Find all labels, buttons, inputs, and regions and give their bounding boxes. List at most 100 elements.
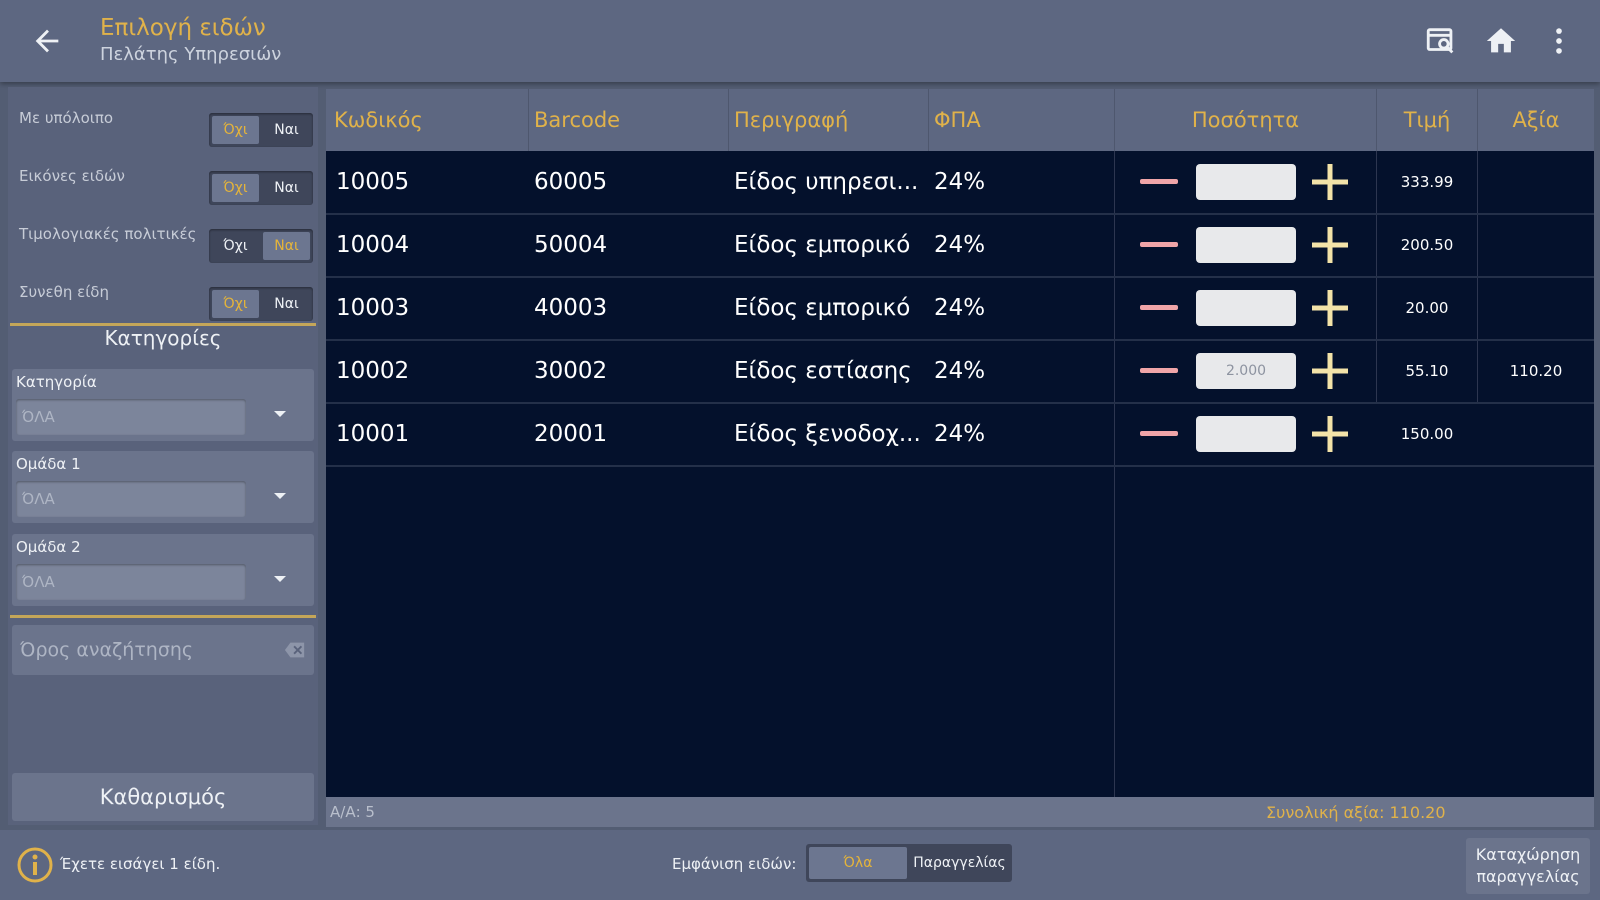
increase-quantity-button[interactable] xyxy=(1310,162,1350,202)
toggle-row-frequent: Συνεθη είδη Όχι Ναι xyxy=(8,269,318,321)
show-order-option[interactable]: Παραγγελίας xyxy=(910,847,1009,879)
quantity-input[interactable] xyxy=(1196,290,1296,326)
toggle-yes-option[interactable]: Ναι xyxy=(263,232,310,260)
group1-filter: Ομάδα 1 ΌΛΑ xyxy=(12,451,314,523)
row-count: Α/Α: 5 xyxy=(330,803,375,821)
app-bar: Επιλογή ειδών Πελάτης Υπηρεσιών xyxy=(0,0,1600,82)
category-select[interactable]: ΌΛΑ xyxy=(16,399,246,435)
decrease-quantity-button[interactable] xyxy=(1140,431,1178,436)
cell-price: 55.10 xyxy=(1405,362,1449,380)
chevron-down-icon[interactable] xyxy=(274,411,286,417)
cell-code: 10002 xyxy=(336,358,410,384)
toggle-yes-option[interactable]: Ναι xyxy=(263,290,310,318)
page-title: Επιλογή ειδών xyxy=(100,15,266,41)
cell-code: 10004 xyxy=(336,232,410,258)
cell-vat: 24% xyxy=(934,295,986,321)
cell-barcode: 20001 xyxy=(534,421,608,447)
select-value: ΌΛΑ xyxy=(22,573,55,591)
select-value: ΌΛΑ xyxy=(22,490,55,508)
back-arrow-icon[interactable] xyxy=(30,24,64,58)
cell-description: Είδος εμπορικό xyxy=(734,232,911,258)
column-header-vat[interactable]: ΦΠΑ xyxy=(934,89,981,151)
cell-vat: 24% xyxy=(934,358,986,384)
cell-description: Είδος υπηρεσι... xyxy=(734,169,919,195)
cell-vat: 24% xyxy=(934,421,986,447)
decrease-quantity-button[interactable] xyxy=(1140,242,1178,247)
column-header-barcode[interactable]: Barcode xyxy=(534,89,620,151)
group2-select[interactable]: ΌΛΑ xyxy=(16,564,246,600)
increase-quantity-button[interactable] xyxy=(1310,225,1350,265)
increase-quantity-button[interactable] xyxy=(1310,351,1350,391)
cell-price: 20.00 xyxy=(1405,299,1449,317)
increase-quantity-button[interactable] xyxy=(1310,288,1350,328)
toggle-row-images: Εικόνες ειδών Όχι Ναι xyxy=(8,153,318,205)
search-input[interactable]: Όρος αναζήτησης xyxy=(12,625,314,675)
submit-order-button[interactable]: Καταχώρηση παραγγελίας xyxy=(1466,838,1590,894)
cell-barcode: 60005 xyxy=(534,169,608,195)
pricing-toggle[interactable]: Όχι Ναι xyxy=(209,229,313,263)
search-placeholder: Όρος αναζήτησης xyxy=(20,639,194,661)
toggle-no-option[interactable]: Όχι xyxy=(212,174,259,202)
bottom-bar: Έχετε εισάγει 1 είδη. Εμφάνιση ειδών: Όλ… xyxy=(0,830,1600,900)
table-row[interactable]: 10005 60005 Είδος υπηρεσι... 24% 333.99 xyxy=(326,151,1594,215)
toggle-label: Συνεθη είδη xyxy=(19,283,109,301)
decrease-quantity-button[interactable] xyxy=(1140,179,1178,184)
cell-value xyxy=(1478,403,1594,465)
group1-select[interactable]: ΌΛΑ xyxy=(16,481,246,517)
cell-description: Είδος ξενοδοχ... xyxy=(734,421,921,447)
show-all-option[interactable]: Όλα xyxy=(809,847,907,879)
clear-input-icon[interactable] xyxy=(284,640,306,660)
quantity-input[interactable] xyxy=(1196,416,1296,452)
clear-button[interactable]: Καθαρισμός xyxy=(12,773,314,821)
column-header-price[interactable]: Τιμή xyxy=(1377,89,1477,151)
cell-vat: 24% xyxy=(934,169,986,195)
table-row[interactable]: 10004 50004 Είδος εμπορικό 24% 200.50 xyxy=(326,214,1594,278)
cell-price: 200.50 xyxy=(1400,236,1454,254)
decrease-quantity-button[interactable] xyxy=(1140,368,1178,373)
cell-code: 10001 xyxy=(336,421,410,447)
table-footer: Α/Α: 5 Συνολική αξία: 110.20 xyxy=(326,797,1594,827)
categories-heading: Κατηγορίες xyxy=(104,326,222,350)
cell-code: 10003 xyxy=(336,295,410,321)
home-icon[interactable] xyxy=(1484,24,1518,58)
status-message: Έχετε εισάγει 1 είδη. xyxy=(60,855,221,873)
column-header-code[interactable]: Κωδικός xyxy=(334,89,423,151)
cell-barcode: 30002 xyxy=(534,358,608,384)
frequent-toggle[interactable]: Όχι Ναι xyxy=(209,287,313,321)
toggle-no-option[interactable]: Όχι xyxy=(212,232,259,260)
increase-quantity-button[interactable] xyxy=(1310,414,1350,454)
chevron-down-icon[interactable] xyxy=(274,576,286,582)
toggle-no-option[interactable]: Όχι xyxy=(212,290,259,318)
scan-icon[interactable] xyxy=(1424,24,1458,58)
toggle-label: Τιμολογιακές πολιτικές xyxy=(19,225,197,243)
column-header-description[interactable]: Περιγραφή xyxy=(734,89,848,151)
column-header-value[interactable]: Αξία xyxy=(1478,89,1594,151)
table-header: Κωδικός Barcode Περιγραφή ΦΠΑ Ποσότητα Τ… xyxy=(326,89,1594,151)
toggle-yes-option[interactable]: Ναι xyxy=(263,116,310,144)
table-row[interactable]: 10002 30002 Είδος εστίασης 24% 2.000 55.… xyxy=(326,340,1594,404)
images-toggle[interactable]: Όχι Ναι xyxy=(209,171,313,205)
column-divider xyxy=(928,89,929,151)
quantity-input[interactable]: 2.000 xyxy=(1196,353,1296,389)
toggle-no-option[interactable]: Όχι xyxy=(212,116,259,144)
chevron-down-icon[interactable] xyxy=(274,493,286,499)
balance-toggle[interactable]: Όχι Ναι xyxy=(209,113,313,147)
quantity-input[interactable] xyxy=(1196,227,1296,263)
group2-filter: Ομάδα 2 ΌΛΑ xyxy=(12,534,314,606)
toggle-yes-option[interactable]: Ναι xyxy=(263,174,310,202)
submit-label-line1: Καταχώρηση xyxy=(1475,845,1581,864)
decrease-quantity-button[interactable] xyxy=(1140,305,1178,310)
select-value: ΌΛΑ xyxy=(22,408,55,426)
quantity-input[interactable] xyxy=(1196,164,1296,200)
cell-barcode: 40003 xyxy=(534,295,608,321)
page-subtitle: Πελάτης Υπηρεσιών xyxy=(100,44,282,65)
filter-label: Ομάδα 1 xyxy=(16,455,81,473)
table-row[interactable]: 10001 20001 Είδος ξενοδοχ... 24% 150.00 xyxy=(326,403,1594,467)
total-value: Συνολική αξία: 110.20 xyxy=(1266,803,1446,822)
table-row[interactable]: 10003 40003 Είδος εμπορικό 24% 20.00 xyxy=(326,277,1594,341)
toggle-label: Με υπόλοιπο xyxy=(19,109,114,127)
divider xyxy=(10,615,316,618)
more-vert-icon[interactable] xyxy=(1542,24,1576,58)
show-items-toggle[interactable]: Όλα Παραγγελίας xyxy=(806,844,1012,882)
column-header-quantity[interactable]: Ποσότητα xyxy=(1115,89,1376,151)
